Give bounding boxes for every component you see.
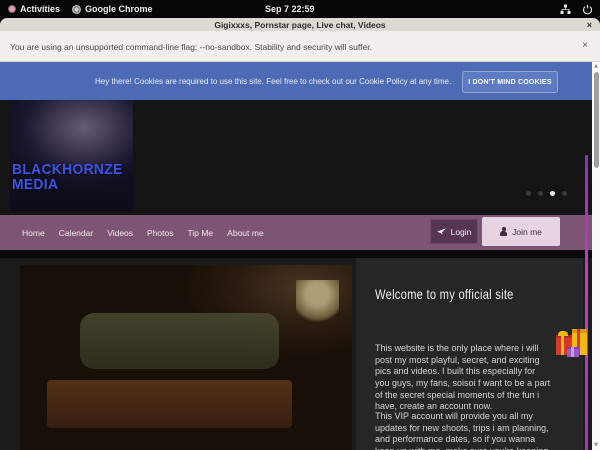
logo-line-2: MEDIA <box>12 177 123 192</box>
header-banner-photo <box>10 100 133 211</box>
gnome-top-bar: Activities Google Chrome Sep 7 22:59 <box>0 0 600 18</box>
power-icon <box>582 4 593 15</box>
window-close-icon[interactable]: × <box>587 18 592 31</box>
welcome-heading: Welcome to my official site <box>375 286 514 302</box>
scroll-down-icon[interactable]: ▼ <box>592 442 600 448</box>
nav-item-photos[interactable]: Photos <box>147 228 173 238</box>
app-menu[interactable]: Google Chrome <box>72 0 153 18</box>
page-edge-accent <box>585 155 588 450</box>
cookie-accept-button[interactable]: I DON'T MIND COOKIES <box>462 71 558 93</box>
nav-item-calendar[interactable]: Calendar <box>59 228 94 238</box>
site-logo[interactable]: BLACKHORNZE MEDIA <box>12 162 123 192</box>
featured-photo <box>20 265 352 450</box>
carousel-dot[interactable] <box>538 191 543 196</box>
photo-couch-shape <box>80 313 279 369</box>
cookie-consent-bar: Hey there! Cookies are required to use t… <box>0 62 592 100</box>
network-indicator[interactable] <box>560 0 571 18</box>
logo-line-1: BLACKHORNZE <box>12 162 123 177</box>
infobar-message: You are using an unsupported command-lin… <box>10 42 372 52</box>
main-nav: Home Calendar Videos Photos Tip Me About… <box>0 215 592 250</box>
chrome-infobar: You are using an unsupported command-lin… <box>0 31 600 62</box>
nav-item-tip-me[interactable]: Tip Me <box>188 228 214 238</box>
nav-item-videos[interactable]: Videos <box>107 228 133 238</box>
window-title: Gigixxxs, Pornstar page, Live chat, Vide… <box>214 20 385 30</box>
join-label: Join me <box>512 227 542 237</box>
app-menu-label: Google Chrome <box>85 4 153 14</box>
nav-item-about-me[interactable]: About me <box>227 228 263 238</box>
carousel-dot-active[interactable] <box>550 191 555 196</box>
join-me-button[interactable]: Join me <box>482 217 560 246</box>
carousel-dot[interactable] <box>562 191 567 196</box>
page-viewport: Hey there! Cookies are required to use t… <box>0 62 600 450</box>
activities-label: Activities <box>20 4 60 14</box>
welcome-paragraph-1: This website is the only place where i w… <box>375 343 551 413</box>
browser-scrollbar[interactable]: ▲ ▼ <box>592 62 600 450</box>
login-button[interactable]: Login <box>430 219 478 244</box>
carousel-dots <box>526 191 567 196</box>
gift-box-purple-icon <box>567 347 579 357</box>
scroll-up-icon[interactable]: ▲ <box>592 63 600 69</box>
chrome-icon <box>72 5 81 14</box>
site-header: BLACKHORNZE MEDIA <box>0 100 592 215</box>
person-icon <box>500 227 507 236</box>
main-content: Welcome to my official site This website… <box>0 258 592 450</box>
nav-item-home[interactable]: Home <box>22 228 45 238</box>
welcome-panel: Welcome to my official site This website… <box>356 258 583 450</box>
power-indicator[interactable] <box>582 0 593 18</box>
clock[interactable]: Sep 7 22:59 <box>265 0 315 18</box>
welcome-paragraph-2: This VIP account will provide you all my… <box>375 411 551 450</box>
infobar-close-icon[interactable]: × <box>582 40 588 51</box>
scrollbar-thumb[interactable] <box>594 72 599 168</box>
carousel-dot[interactable] <box>526 191 531 196</box>
photo-lamp-shape <box>296 280 339 328</box>
window-titlebar[interactable]: Gigixxxs, Pornstar page, Live chat, Vide… <box>0 18 600 31</box>
login-label: Login <box>451 227 472 237</box>
cookie-message: Hey there! Cookies are required to use t… <box>95 77 451 86</box>
activities-icon <box>8 5 16 13</box>
photo-table-shape <box>47 380 293 428</box>
activities-button[interactable]: Activities <box>8 0 60 18</box>
network-tree-icon <box>560 4 571 15</box>
send-icon <box>437 228 447 236</box>
gift-widget[interactable] <box>556 325 592 359</box>
